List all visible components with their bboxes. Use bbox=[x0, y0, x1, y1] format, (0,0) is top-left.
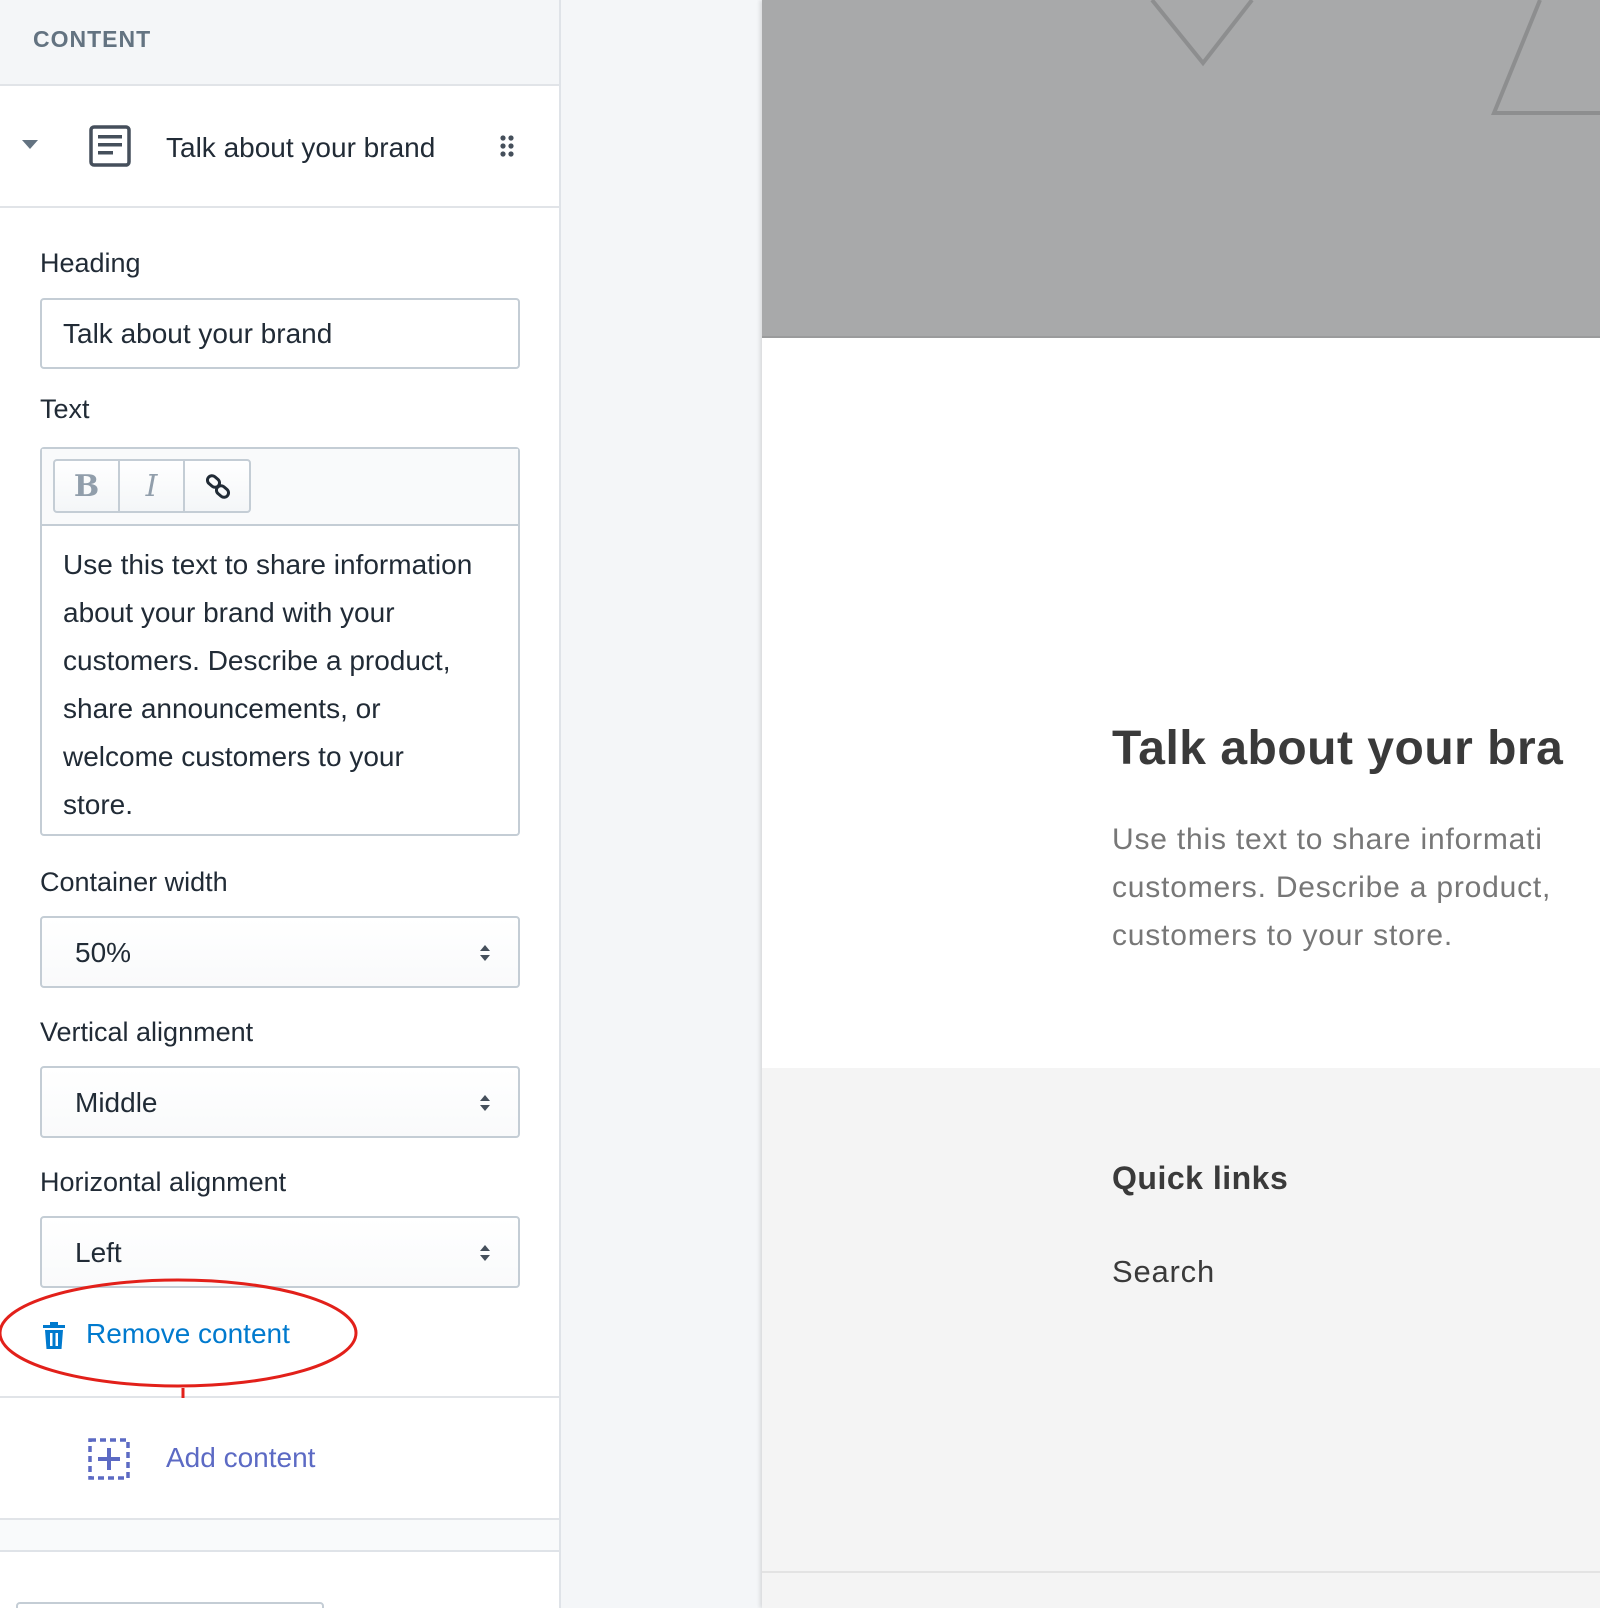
rte-line: about your brand with your bbox=[63, 597, 395, 628]
rte-button-group: B I bbox=[53, 459, 251, 513]
next-section bbox=[0, 1550, 559, 1608]
container-width-select[interactable]: 50% bbox=[40, 916, 520, 988]
italic-button[interactable]: I bbox=[120, 461, 185, 511]
add-block-icon bbox=[88, 1438, 130, 1480]
drag-handle-icon[interactable] bbox=[498, 134, 516, 158]
preview-body-line: customers. Describe a product, bbox=[1112, 871, 1552, 904]
section-header: CONTENT bbox=[0, 0, 559, 86]
rte-line: Use this text to share information bbox=[63, 549, 473, 580]
bottom-button[interactable] bbox=[16, 1602, 324, 1608]
rte-line: store. bbox=[63, 789, 134, 820]
italic-icon: I bbox=[145, 469, 158, 504]
preview-body-line: customers to your store. bbox=[1112, 919, 1453, 952]
container-width-label: Container width bbox=[40, 867, 228, 897]
container-width-value: 50% bbox=[75, 937, 132, 968]
preview-footer-bottom bbox=[762, 1573, 1600, 1608]
rte-line: welcome customers to your bbox=[63, 741, 404, 772]
block-title: Talk about your brand bbox=[166, 132, 436, 163]
theme-editor-sidebar: CONTENT Talk about your brand Heading Ta… bbox=[0, 0, 561, 1608]
horizontal-alignment-label: Horizontal alignment bbox=[40, 1167, 287, 1197]
add-content-label: Add content bbox=[166, 1442, 316, 1473]
collapse-caret-icon[interactable] bbox=[22, 140, 38, 149]
quick-links-title: Quick links bbox=[1112, 1160, 1289, 1196]
content-block-row[interactable]: Talk about your brand bbox=[0, 86, 559, 208]
rte-line: customers. Describe a product, bbox=[63, 645, 451, 676]
bold-button[interactable]: B bbox=[55, 461, 120, 511]
text-label: Text bbox=[40, 394, 90, 424]
rte-toolbar: B I bbox=[42, 449, 518, 526]
placeholder-image-icon bbox=[1150, 0, 1600, 115]
horizontal-alignment-value: Left bbox=[75, 1237, 122, 1268]
rte-content[interactable]: Use this text to share information about… bbox=[63, 541, 503, 829]
heading-label: Heading bbox=[40, 248, 141, 278]
text-block-icon bbox=[89, 125, 131, 167]
rte-line: share announcements, or bbox=[63, 693, 381, 724]
image-placeholder bbox=[762, 0, 1600, 338]
preview-text-section: Talk about your bra Use this text to sha… bbox=[762, 338, 1600, 1068]
link-button[interactable] bbox=[185, 461, 250, 511]
editor-gap bbox=[561, 0, 762, 1608]
rich-text-editor[interactable]: B I Use this text to share information a… bbox=[40, 447, 520, 836]
preview-body: Use this text to share informati custome… bbox=[1112, 816, 1600, 960]
footer-link-search[interactable]: Search bbox=[1112, 1254, 1215, 1290]
heading-input-value: Talk about your brand bbox=[63, 318, 333, 349]
preview-body-line: Use this text to share informati bbox=[1112, 823, 1543, 856]
select-arrows-icon bbox=[480, 945, 490, 961]
add-content-button[interactable]: Add content bbox=[0, 1398, 559, 1520]
store-preview: Talk about your bra Use this text to sha… bbox=[762, 0, 1600, 1608]
select-arrows-icon bbox=[480, 1245, 490, 1261]
preview-heading: Talk about your bra bbox=[1112, 722, 1564, 775]
bold-icon: B bbox=[73, 469, 100, 504]
vertical-alignment-label: Vertical alignment bbox=[40, 1017, 254, 1047]
vertical-alignment-select[interactable]: Middle bbox=[40, 1066, 520, 1138]
heading-input[interactable]: Talk about your brand bbox=[40, 298, 520, 369]
vertical-alignment-value: Middle bbox=[75, 1087, 158, 1118]
preview-footer: Quick links Search bbox=[762, 1068, 1600, 1573]
section-title: CONTENT bbox=[33, 26, 152, 52]
select-arrows-icon bbox=[480, 1095, 490, 1111]
link-icon bbox=[205, 474, 231, 499]
block-settings-form: Heading Talk about your brand Text B I U… bbox=[0, 208, 559, 1398]
